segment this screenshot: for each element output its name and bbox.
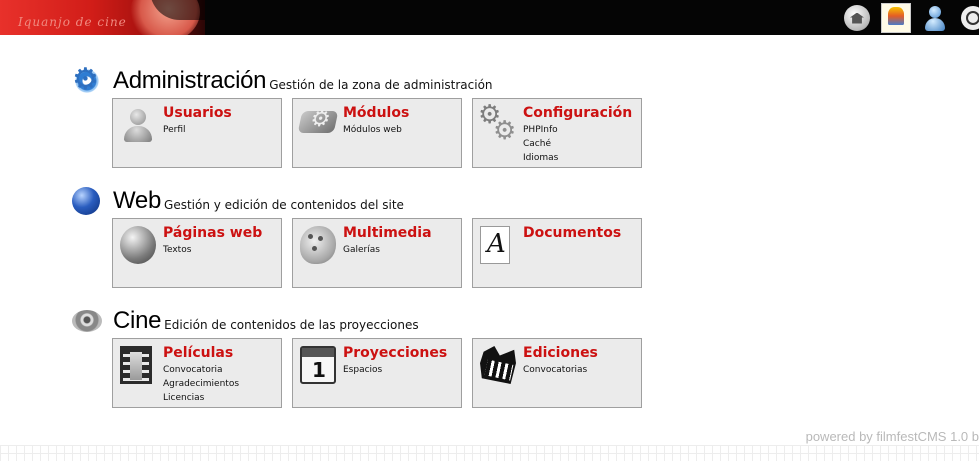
link-phpinfo[interactable]: PHPInfo <box>523 123 558 137</box>
section-subtitle: Edición de contenidos de las proyeccione… <box>164 318 419 332</box>
section-title: Administración <box>113 67 267 94</box>
card-title[interactable]: Documentos <box>523 225 621 241</box>
link-convocatorias[interactable]: Convocatorias <box>523 363 587 377</box>
user-icon <box>120 106 156 144</box>
user-icon[interactable] <box>922 3 948 33</box>
link-espacios[interactable]: Espacios <box>343 363 382 377</box>
document-icon <box>480 226 510 264</box>
card-title[interactable]: Páginas web <box>163 225 262 241</box>
section-title: Cine <box>113 307 162 334</box>
link-cache[interactable]: Caché <box>523 137 558 151</box>
film-strip-icon <box>120 346 152 384</box>
link-convocatoria[interactable]: Convocatoria <box>163 363 239 377</box>
card-proyecciones[interactable]: Proyecciones Espacios <box>292 338 462 408</box>
film-reel-icon <box>72 306 102 336</box>
card-title[interactable]: Películas <box>163 345 233 361</box>
card-title[interactable]: Módulos <box>343 105 409 121</box>
card-title[interactable]: Usuarios <box>163 105 232 121</box>
link-licencias[interactable]: Licencias <box>163 391 239 405</box>
home-icon[interactable] <box>844 4 870 31</box>
card-ediciones[interactable]: Ediciones Convocatorias <box>472 338 642 408</box>
link-perfil[interactable]: Perfil <box>163 123 186 137</box>
card-usuarios[interactable]: Usuarios Perfil <box>112 98 282 168</box>
card-modulos[interactable]: Módulos Módulos web <box>292 98 462 168</box>
section-subtitle: Gestión de la zona de administración <box>269 78 493 92</box>
footer-grid-background <box>0 445 979 461</box>
section-title: Web <box>113 187 162 214</box>
link-galerias[interactable]: Galerías <box>343 243 380 257</box>
gears-icon <box>72 62 102 97</box>
festival-logo-icon[interactable] <box>881 2 911 33</box>
power-icon[interactable] <box>959 3 979 33</box>
editions-icon <box>480 346 516 384</box>
settings-icon <box>478 100 516 146</box>
card-peliculas[interactable]: Películas Convocatoria Agradecimientos L… <box>112 338 282 408</box>
card-paginas-web[interactable]: Páginas web Textos <box>112 218 282 288</box>
link-textos[interactable]: Textos <box>163 243 191 257</box>
card-multimedia[interactable]: Multimedia Galerías <box>292 218 462 288</box>
top-bar: Iquanjo de cine <box>0 0 979 35</box>
link-modulos-web[interactable]: Módulos web <box>343 123 402 137</box>
palette-icon <box>300 226 336 264</box>
link-idiomas[interactable]: Idiomas <box>523 151 558 165</box>
top-icon-bar <box>844 2 979 33</box>
card-documentos[interactable]: Documentos <box>472 218 642 288</box>
card-title[interactable]: Multimedia <box>343 225 432 241</box>
calendar-icon <box>300 346 336 384</box>
card-title[interactable]: Ediciones <box>523 345 598 361</box>
footer-powered-by[interactable]: powered by filmfestCMS 1.0 b <box>806 429 979 444</box>
card-title[interactable]: Configuración <box>523 105 632 121</box>
section-subtitle: Gestión y edición de contenidos del site <box>164 198 404 212</box>
web-pages-icon <box>120 226 156 264</box>
header-banner: Iquanjo de cine <box>0 0 205 35</box>
modules-icon <box>297 111 339 133</box>
globe-icon <box>72 186 102 216</box>
card-configuracion[interactable]: Configuración PHPInfo Caché Idiomas <box>472 98 642 168</box>
card-title[interactable]: Proyecciones <box>343 345 447 361</box>
link-agradecimientos[interactable]: Agradecimientos <box>163 377 239 391</box>
banner-text: Iquanjo de cine <box>18 15 127 29</box>
